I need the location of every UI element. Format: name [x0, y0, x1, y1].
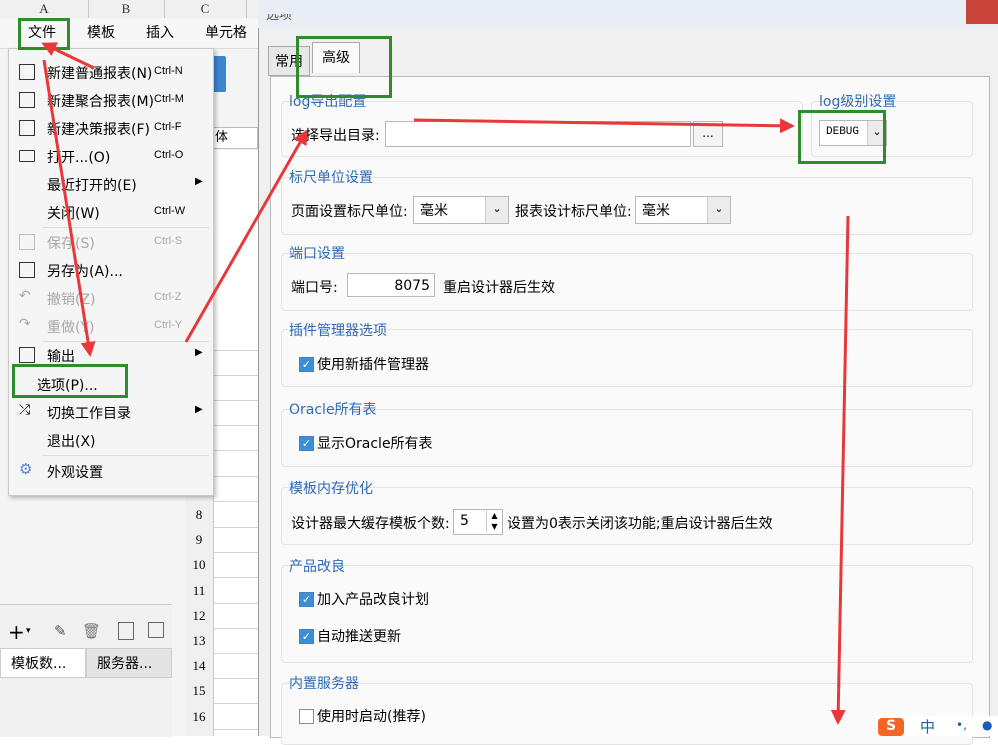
arrow-to-file [41, 42, 95, 70]
arrow-scroll-down [830, 215, 850, 725]
arrow-to-log-level [413, 118, 795, 134]
arrow-to-advanced [184, 129, 308, 343]
annotation-arrows [41, 42, 850, 725]
arrow-to-options [42, 59, 96, 357]
